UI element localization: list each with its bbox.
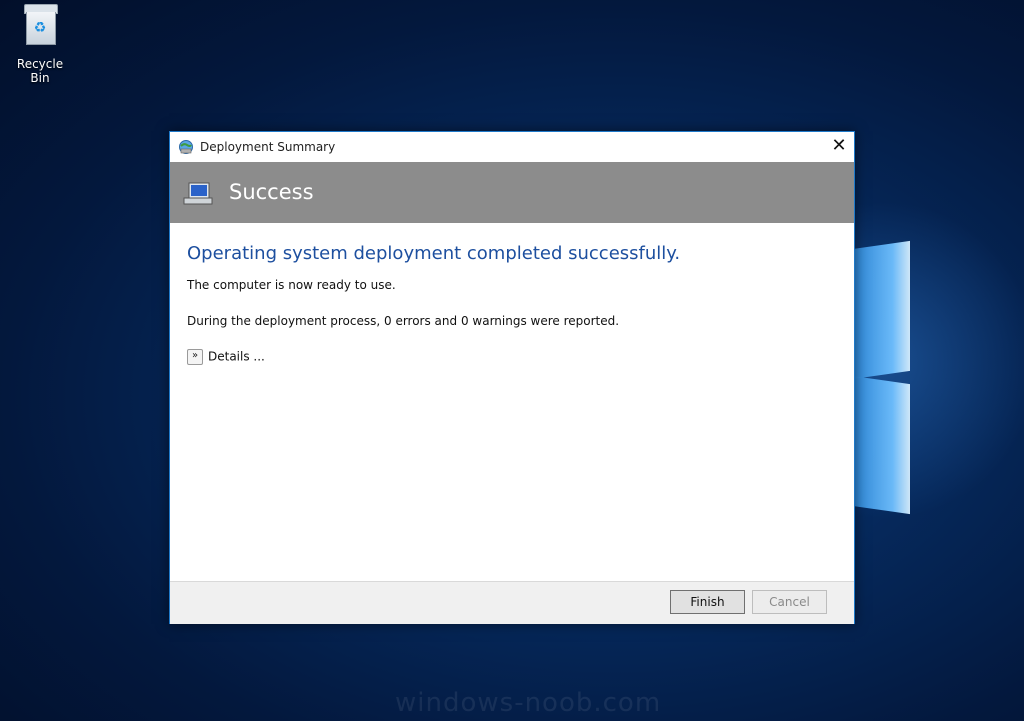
deployment-summary-dialog: Deployment Summary ✕ Success Operating s… [169, 131, 855, 624]
expand-chevron-icon[interactable]: » [187, 349, 203, 365]
cancel-button[interactable]: Cancel [752, 590, 827, 614]
dialog-content: Operating system deployment completed su… [170, 223, 854, 581]
dialog-footer: Finish Cancel [170, 581, 854, 624]
banner-title: Success [229, 180, 314, 204]
windows-logo-background [852, 230, 912, 515]
recycle-bin-shortcut[interactable]: ♻ Recycle Bin [6, 4, 74, 85]
computer-monitor-icon [183, 182, 213, 205]
watermark: windows-noob.com [395, 688, 662, 718]
details-expander[interactable]: » Details ... [187, 349, 265, 365]
deployment-app-icon [179, 140, 193, 154]
details-label[interactable]: Details ... [208, 350, 265, 364]
status-banner: Success [170, 162, 854, 223]
ready-message: The computer is now ready to use. [187, 278, 396, 292]
close-button[interactable]: ✕ [824, 132, 854, 162]
finish-button[interactable]: Finish [670, 590, 745, 614]
recycle-bin-label: Recycle Bin [16, 57, 64, 85]
success-heading: Operating system deployment completed su… [187, 243, 681, 264]
close-icon: ✕ [831, 135, 847, 156]
report-message: During the deployment process, 0 errors … [187, 314, 620, 328]
dialog-title: Deployment Summary [200, 140, 336, 154]
title-bar[interactable]: Deployment Summary ✕ [170, 132, 854, 162]
recycle-bin-icon: ♻ [22, 4, 58, 45]
